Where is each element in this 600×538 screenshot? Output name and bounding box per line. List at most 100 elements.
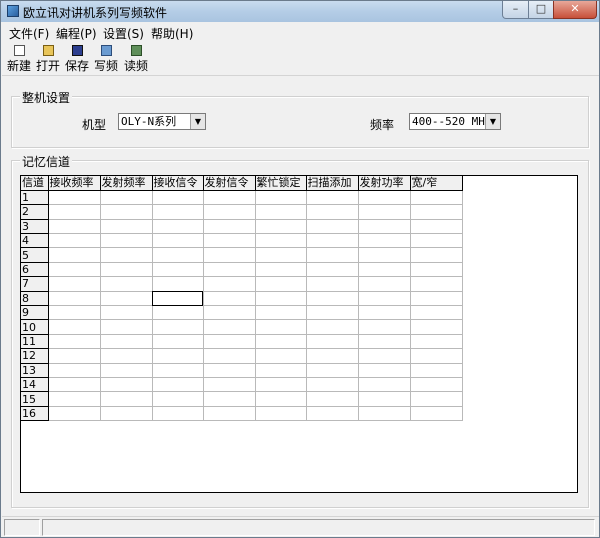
table-cell[interactable] xyxy=(305,333,359,350)
column-header[interactable]: 接收频率 xyxy=(48,176,101,191)
maximize-button[interactable]: □ xyxy=(528,1,554,19)
table-cell[interactable] xyxy=(47,290,101,307)
table-cell[interactable] xyxy=(357,333,411,350)
table-cell[interactable] xyxy=(99,276,153,292)
table-cell[interactable] xyxy=(99,305,153,321)
table-cell[interactable] xyxy=(409,218,463,235)
table-cell[interactable] xyxy=(202,204,256,220)
row-header[interactable]: 13 xyxy=(21,363,49,378)
table-cell[interactable] xyxy=(305,189,359,206)
table-cell[interactable] xyxy=(305,362,359,378)
write-button[interactable]: 写频 xyxy=(91,44,121,74)
table-cell[interactable] xyxy=(99,376,153,393)
table-cell[interactable] xyxy=(202,319,256,335)
read-button[interactable]: 读频 xyxy=(121,44,151,74)
table-cell[interactable] xyxy=(409,276,463,292)
table-cell[interactable] xyxy=(202,305,256,321)
table-cell[interactable] xyxy=(357,276,411,292)
row-header[interactable]: 9 xyxy=(21,305,49,321)
table-cell[interactable] xyxy=(254,405,307,422)
table-cell[interactable] xyxy=(357,319,411,335)
table-cell[interactable] xyxy=(99,348,153,364)
table-cell[interactable] xyxy=(99,319,153,335)
table-cell[interactable] xyxy=(409,348,463,364)
table-cell[interactable] xyxy=(254,348,307,364)
table-cell[interactable] xyxy=(151,333,204,350)
row-header[interactable]: 11 xyxy=(21,334,49,350)
table-cell[interactable] xyxy=(254,233,307,249)
table-cell[interactable] xyxy=(305,305,359,321)
table-cell[interactable] xyxy=(305,276,359,292)
table-cell[interactable] xyxy=(254,218,307,235)
table-cell[interactable] xyxy=(409,333,463,350)
new-button[interactable]: 新建 xyxy=(4,44,34,74)
table-cell[interactable] xyxy=(254,319,307,335)
row-header[interactable]: 8 xyxy=(21,291,49,307)
table-cell[interactable] xyxy=(151,348,204,364)
table-cell[interactable] xyxy=(305,348,359,364)
table-cell[interactable] xyxy=(99,405,153,422)
menu-help[interactable]: 帮助(H) xyxy=(151,25,193,42)
table-cell[interactable] xyxy=(99,204,153,220)
table-cell[interactable] xyxy=(99,218,153,235)
table-cell[interactable] xyxy=(151,362,204,378)
table-cell[interactable] xyxy=(151,391,204,407)
table-cell[interactable] xyxy=(305,261,359,278)
table-cell[interactable] xyxy=(47,218,101,235)
table-cell[interactable] xyxy=(202,362,256,378)
table-cell[interactable] xyxy=(357,391,411,407)
column-header[interactable]: 接收信令 xyxy=(152,176,204,191)
table-cell[interactable] xyxy=(254,333,307,350)
table-cell[interactable] xyxy=(409,319,463,335)
chevron-down-icon[interactable]: ▼ xyxy=(485,114,500,129)
table-cell[interactable] xyxy=(305,376,359,393)
table-cell[interactable] xyxy=(151,261,204,278)
row-header[interactable]: 15 xyxy=(21,391,49,407)
table-cell[interactable] xyxy=(357,405,411,422)
table-cell[interactable] xyxy=(47,405,101,422)
row-header[interactable]: 10 xyxy=(21,319,49,335)
table-cell[interactable] xyxy=(151,204,204,220)
menu-program[interactable]: 编程(P) xyxy=(56,25,97,42)
table-cell[interactable] xyxy=(357,362,411,378)
table-cell[interactable] xyxy=(357,290,411,307)
table-cell[interactable] xyxy=(357,204,411,220)
table-cell[interactable] xyxy=(409,233,463,249)
table-cell[interactable] xyxy=(151,376,204,393)
row-header[interactable]: 7 xyxy=(21,276,49,292)
table-cell[interactable] xyxy=(202,276,256,292)
row-header[interactable]: 12 xyxy=(21,348,49,364)
table-cell[interactable] xyxy=(47,204,101,220)
table-cell[interactable] xyxy=(409,247,463,263)
table-cell[interactable] xyxy=(254,391,307,407)
table-cell[interactable] xyxy=(151,218,204,235)
table-cell[interactable] xyxy=(202,405,256,422)
table-cell[interactable] xyxy=(254,276,307,292)
column-header[interactable]: 发射频率 xyxy=(100,176,153,191)
column-header[interactable]: 扫描添加 xyxy=(306,176,359,191)
table-cell[interactable] xyxy=(357,233,411,249)
close-button[interactable]: ✕ xyxy=(553,1,597,19)
table-cell[interactable] xyxy=(151,247,204,263)
table-cell[interactable] xyxy=(99,233,153,249)
row-header[interactable]: 16 xyxy=(21,406,49,422)
minimize-button[interactable]: – xyxy=(502,1,529,19)
table-cell[interactable] xyxy=(47,305,101,321)
table-cell[interactable] xyxy=(254,376,307,393)
table-cell[interactable] xyxy=(99,290,153,307)
table-cell[interactable] xyxy=(202,189,256,206)
table-cell[interactable] xyxy=(47,362,101,378)
table-cell[interactable] xyxy=(99,391,153,407)
column-header[interactable]: 信道 xyxy=(21,176,49,191)
table-cell[interactable] xyxy=(409,305,463,321)
table-cell[interactable] xyxy=(99,333,153,350)
column-header[interactable]: 宽/窄 xyxy=(410,176,463,191)
table-cell[interactable] xyxy=(202,391,256,407)
selected-cell[interactable] xyxy=(151,290,204,307)
frequency-select[interactable]: 400--520 MHz ▼ xyxy=(409,113,501,130)
table-cell[interactable] xyxy=(305,391,359,407)
table-cell[interactable] xyxy=(409,362,463,378)
table-cell[interactable] xyxy=(357,218,411,235)
row-header[interactable]: 14 xyxy=(21,377,49,393)
table-cell[interactable] xyxy=(254,261,307,278)
